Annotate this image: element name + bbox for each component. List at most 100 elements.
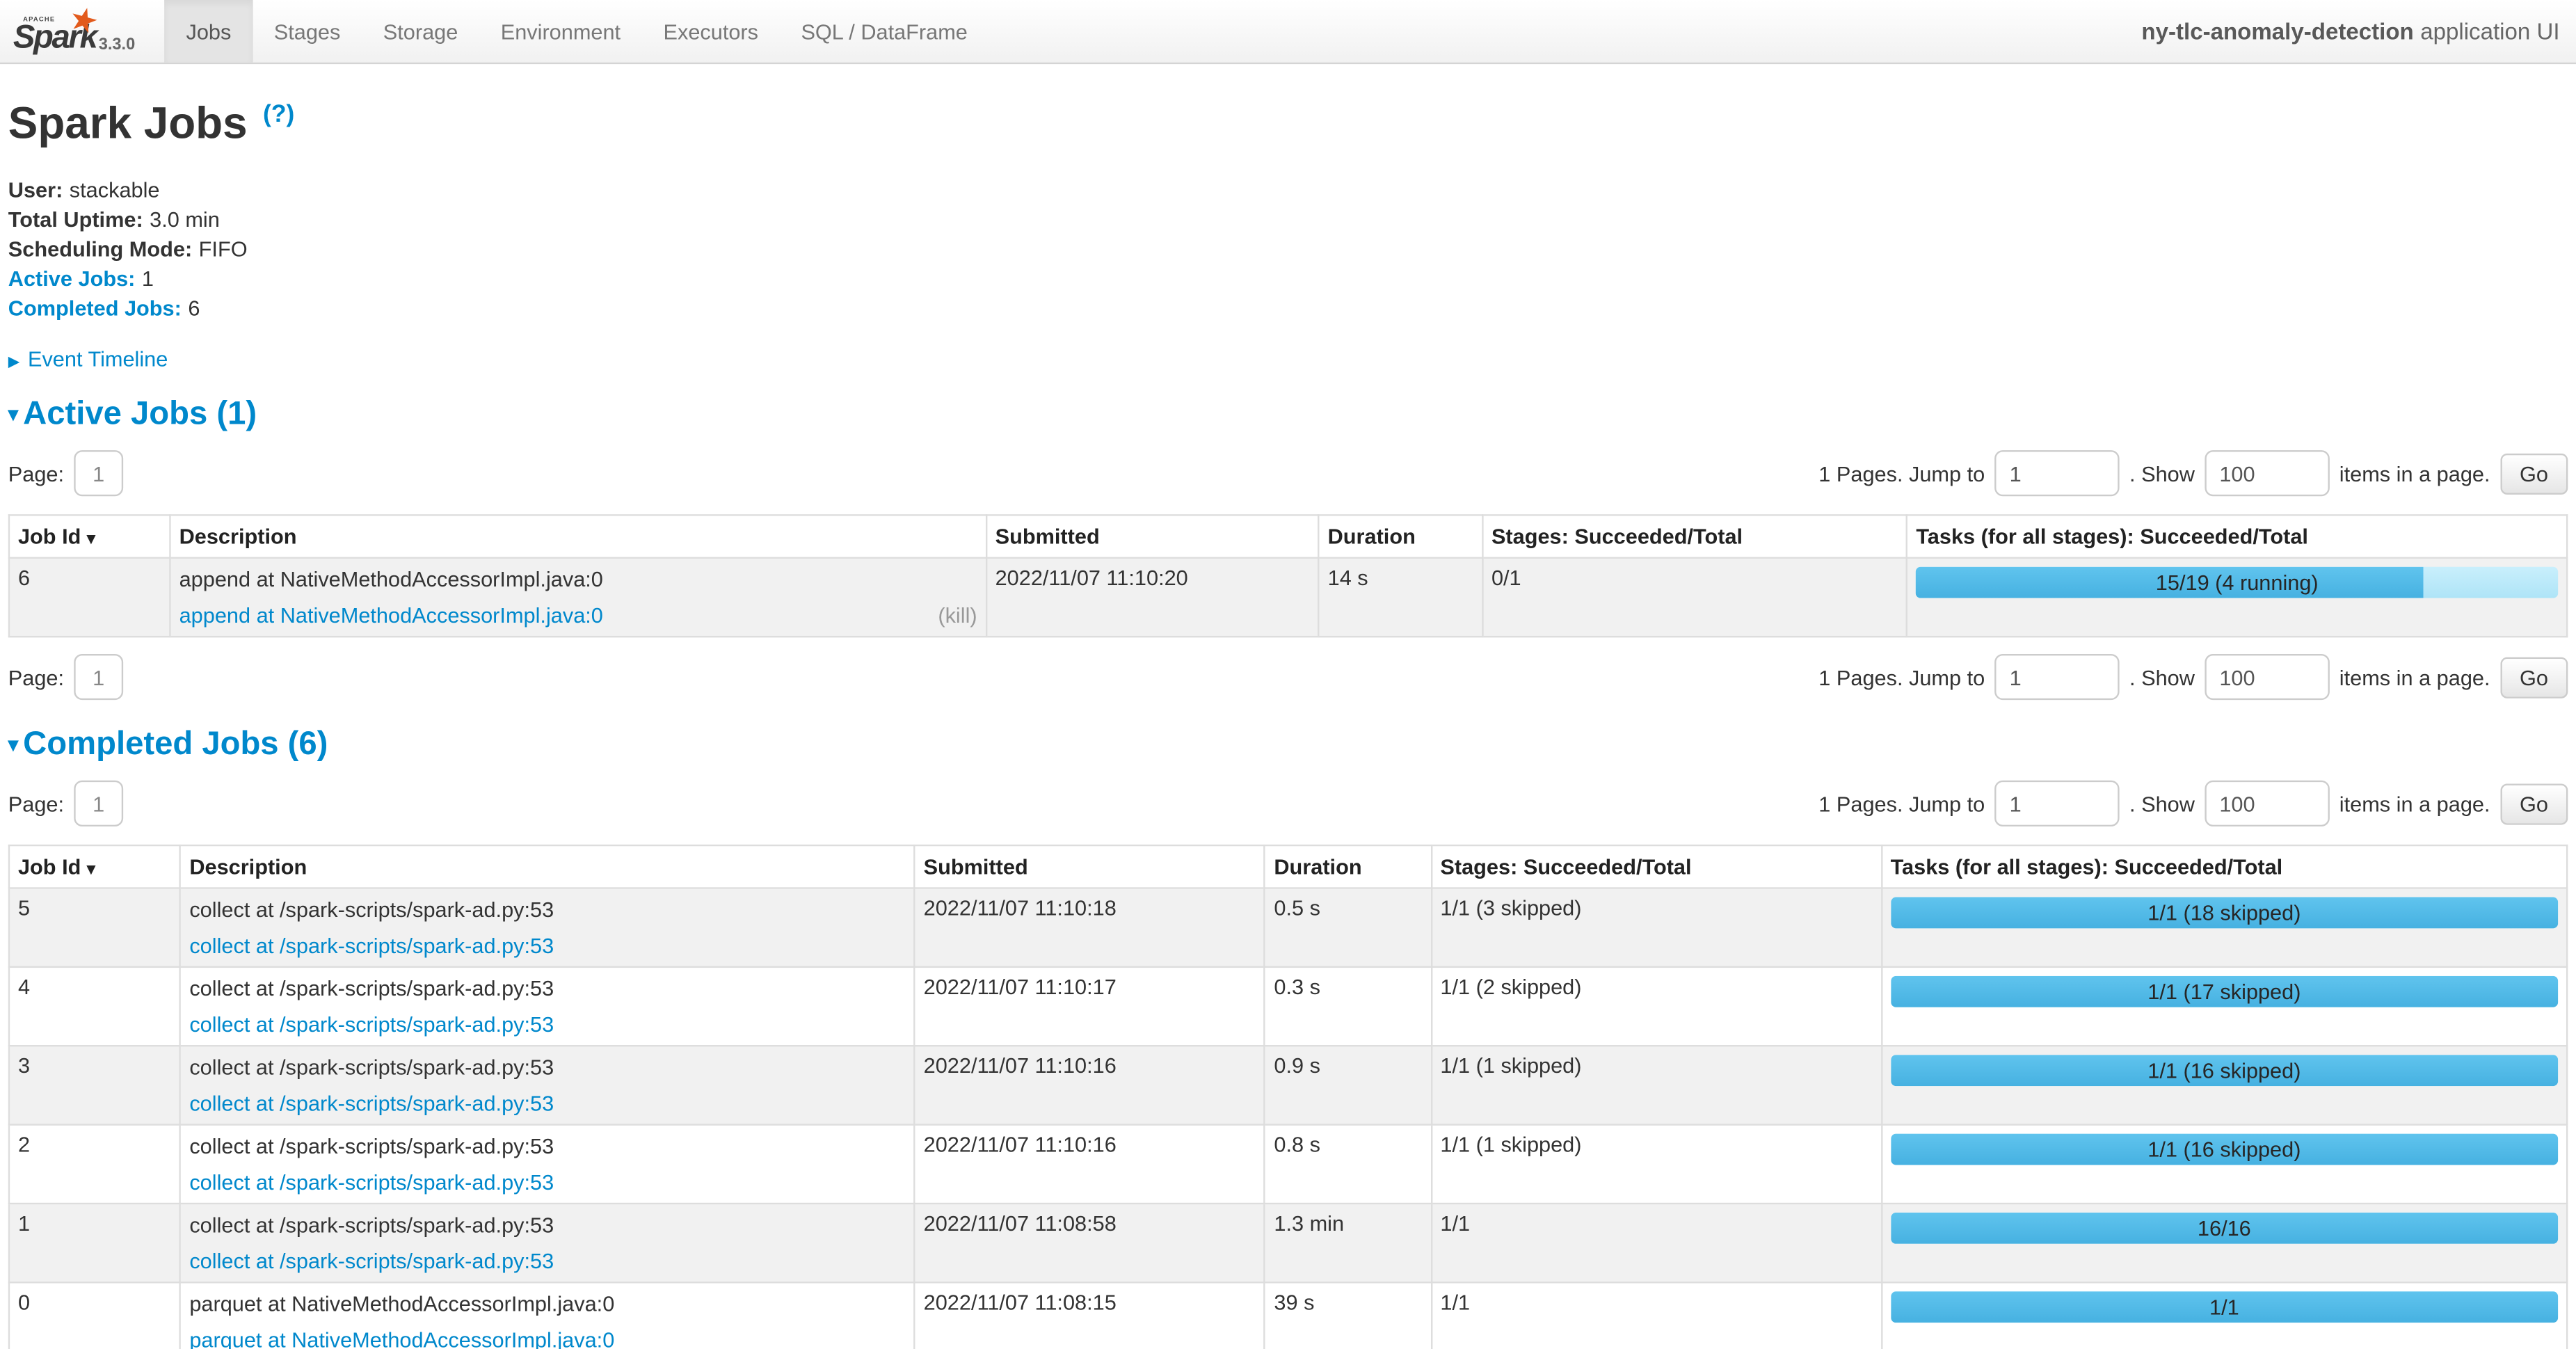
go-button[interactable]: Go bbox=[2500, 783, 2568, 824]
col-description[interactable]: Description bbox=[180, 845, 914, 888]
page-number-input[interactable] bbox=[74, 654, 123, 700]
submitted-cell: 2022/11/07 11:08:15 bbox=[915, 1282, 1265, 1349]
duration-cell: 1.3 min bbox=[1265, 1204, 1431, 1282]
show-items-input[interactable] bbox=[2205, 450, 2329, 496]
stages-cell: 1/1 (3 skipped) bbox=[1431, 888, 1881, 966]
tab-storage[interactable]: Storage bbox=[362, 0, 479, 63]
col-tasks[interactable]: Tasks (for all stages): Succeeded/Total bbox=[1882, 845, 2568, 888]
duration-cell: 39 s bbox=[1265, 1282, 1431, 1349]
info-uptime: Total Uptime:3.0 min bbox=[8, 205, 2568, 235]
submitted-cell: 2022/11/07 11:08:58 bbox=[915, 1204, 1265, 1282]
description-link[interactable]: collect at /spark-scripts/spark-ad.py:53 bbox=[189, 932, 554, 959]
info-scheduling-value: FIFO bbox=[199, 237, 248, 261]
task-progress-label: 1/1 (17 skipped) bbox=[1891, 976, 2559, 1007]
page-number-input[interactable] bbox=[74, 450, 123, 496]
col-description[interactable]: Description bbox=[170, 515, 986, 557]
description-link[interactable]: collect at /spark-scripts/spark-ad.py:53 bbox=[189, 1010, 554, 1038]
description-cell: collect at /spark-scripts/spark-ad.py:53… bbox=[180, 1204, 914, 1282]
col-job-id[interactable]: Job Id ▾ bbox=[9, 515, 170, 557]
kill-link[interactable]: (kill) bbox=[938, 601, 977, 629]
info-user: User:stackable bbox=[8, 176, 2568, 206]
help-link[interactable]: (?) bbox=[263, 100, 294, 128]
tasks-cell: 1/1 (18 skipped) bbox=[1882, 888, 2568, 966]
description-cell: parquet at NativeMethodAccessorImpl.java… bbox=[180, 1282, 914, 1349]
info-completed-jobs: Completed Jobs:6 bbox=[8, 294, 2568, 324]
description-link[interactable]: collect at /spark-scripts/spark-ad.py:53 bbox=[189, 1247, 554, 1275]
page-number-input[interactable] bbox=[74, 781, 123, 827]
show-items-input[interactable] bbox=[2205, 781, 2329, 827]
jump-to-input[interactable] bbox=[1994, 654, 2119, 700]
active-jobs-header[interactable]: ▾Active Jobs (1) bbox=[8, 396, 2568, 433]
jump-to-input[interactable] bbox=[1994, 781, 2119, 827]
submitted-cell: 2022/11/07 11:10:17 bbox=[915, 967, 1265, 1046]
completed-jobs-header[interactable]: ▾Completed Jobs (6) bbox=[8, 726, 2568, 764]
jump-to-input[interactable] bbox=[1994, 450, 2119, 496]
col-tasks[interactable]: Tasks (for all stages): Succeeded/Total bbox=[1907, 515, 2567, 557]
tab-executors[interactable]: Executors bbox=[642, 0, 780, 63]
event-timeline-label: Event Timeline bbox=[28, 346, 168, 371]
completed-job-row-5: 5 collect at /spark-scripts/spark-ad.py:… bbox=[9, 888, 2567, 966]
tasks-cell: 1/1 (16 skipped) bbox=[1882, 1125, 2568, 1204]
description-cell: append at NativeMethodAccessorImpl.java:… bbox=[170, 558, 986, 637]
stages-cell: 1/1 bbox=[1431, 1282, 1881, 1349]
col-stages[interactable]: Stages: Succeeded/Total bbox=[1431, 845, 1881, 888]
task-progress-bar: 15/19 (4 running) bbox=[1916, 567, 2558, 598]
tasks-cell: 1/1 bbox=[1882, 1282, 2568, 1349]
task-progress-bar: 1/1 (18 skipped) bbox=[1891, 897, 2559, 928]
col-duration[interactable]: Duration bbox=[1265, 845, 1431, 888]
completed-jobs-count: 6 bbox=[188, 296, 200, 320]
col-submitted[interactable]: Submitted bbox=[986, 515, 1319, 557]
completed-job-row-1: 1 collect at /spark-scripts/spark-ad.py:… bbox=[9, 1204, 2567, 1282]
submitted-cell: 2022/11/07 11:10:16 bbox=[915, 1046, 1265, 1124]
completed-table-header-row: Job Id ▾ Description Submitted Duration … bbox=[9, 845, 2567, 888]
description-link[interactable]: collect at /spark-scripts/spark-ad.py:53 bbox=[189, 1089, 554, 1117]
description-text: collect at /spark-scripts/spark-ad.py:53 bbox=[189, 1211, 905, 1239]
show-text: . Show bbox=[2129, 664, 2195, 689]
navbar: APACHE Spark ★ 3.3.0 Jobs Stages Storage… bbox=[0, 0, 2576, 64]
submitted-cell: 2022/11/07 11:10:20 bbox=[986, 558, 1319, 637]
stages-cell: 1/1 (1 skipped) bbox=[1431, 1125, 1881, 1204]
completed-jobs-link[interactable]: Completed Jobs: bbox=[8, 296, 182, 320]
completed-job-row-0: 0 parquet at NativeMethodAccessorImpl.ja… bbox=[9, 1282, 2567, 1349]
spark-logo[interactable]: APACHE Spark ★ 3.3.0 bbox=[0, 0, 152, 63]
job-id-cell: 5 bbox=[9, 888, 180, 966]
summary-info: User:stackable Total Uptime:3.0 min Sche… bbox=[8, 176, 2568, 324]
description-link[interactable]: append at NativeMethodAccessorImpl.java:… bbox=[179, 601, 603, 629]
page-label: Page: bbox=[8, 791, 64, 815]
description-text: parquet at NativeMethodAccessorImpl.java… bbox=[189, 1290, 905, 1318]
task-progress-label: 1/1 bbox=[1891, 1291, 2559, 1323]
description-text: collect at /spark-scripts/spark-ad.py:53 bbox=[189, 1053, 905, 1081]
tasks-cell: 16/16 bbox=[1882, 1204, 2568, 1282]
col-duration[interactable]: Duration bbox=[1319, 515, 1482, 557]
tab-environment[interactable]: Environment bbox=[479, 0, 642, 63]
col-job-id[interactable]: Job Id ▾ bbox=[9, 845, 180, 888]
active-jobs-table: Job Id ▾ Description Submitted Duration … bbox=[8, 514, 2568, 637]
description-cell: collect at /spark-scripts/spark-ad.py:53… bbox=[180, 967, 914, 1046]
event-timeline-toggle[interactable]: ▶ Event Timeline bbox=[8, 346, 2568, 371]
duration-cell: 0.3 s bbox=[1265, 967, 1431, 1046]
description-link[interactable]: parquet at NativeMethodAccessorImpl.java… bbox=[189, 1326, 614, 1349]
collapse-down-icon: ▾ bbox=[8, 733, 18, 756]
submitted-cell: 2022/11/07 11:10:18 bbox=[915, 888, 1265, 966]
active-jobs-link[interactable]: Active Jobs: bbox=[8, 266, 136, 291]
job-id-cell: 1 bbox=[9, 1204, 180, 1282]
active-table-header-row: Job Id ▾ Description Submitted Duration … bbox=[9, 515, 2567, 557]
task-progress-label: 15/19 (4 running) bbox=[1916, 567, 2558, 598]
task-progress-label: 1/1 (16 skipped) bbox=[1891, 1134, 2559, 1165]
col-stages[interactable]: Stages: Succeeded/Total bbox=[1482, 515, 1907, 557]
task-progress-bar: 16/16 bbox=[1891, 1213, 2559, 1244]
show-items-input[interactable] bbox=[2205, 654, 2329, 700]
task-progress-label: 16/16 bbox=[1891, 1213, 2559, 1244]
go-button[interactable]: Go bbox=[2500, 656, 2568, 697]
duration-cell: 0.8 s bbox=[1265, 1125, 1431, 1204]
pages-text: 1 Pages. Jump to bbox=[1818, 461, 1985, 485]
col-submitted[interactable]: Submitted bbox=[915, 845, 1265, 888]
completed-job-row-3: 3 collect at /spark-scripts/spark-ad.py:… bbox=[9, 1046, 2567, 1124]
description-link[interactable]: collect at /spark-scripts/spark-ad.py:53 bbox=[189, 1168, 554, 1196]
duration-cell: 0.5 s bbox=[1265, 888, 1431, 966]
tab-sql-dataframe[interactable]: SQL / DataFrame bbox=[780, 0, 989, 63]
collapse-right-icon: ▶ bbox=[8, 353, 19, 370]
go-button[interactable]: Go bbox=[2500, 453, 2568, 494]
tab-jobs[interactable]: Jobs bbox=[165, 0, 253, 63]
tab-stages[interactable]: Stages bbox=[253, 0, 362, 63]
